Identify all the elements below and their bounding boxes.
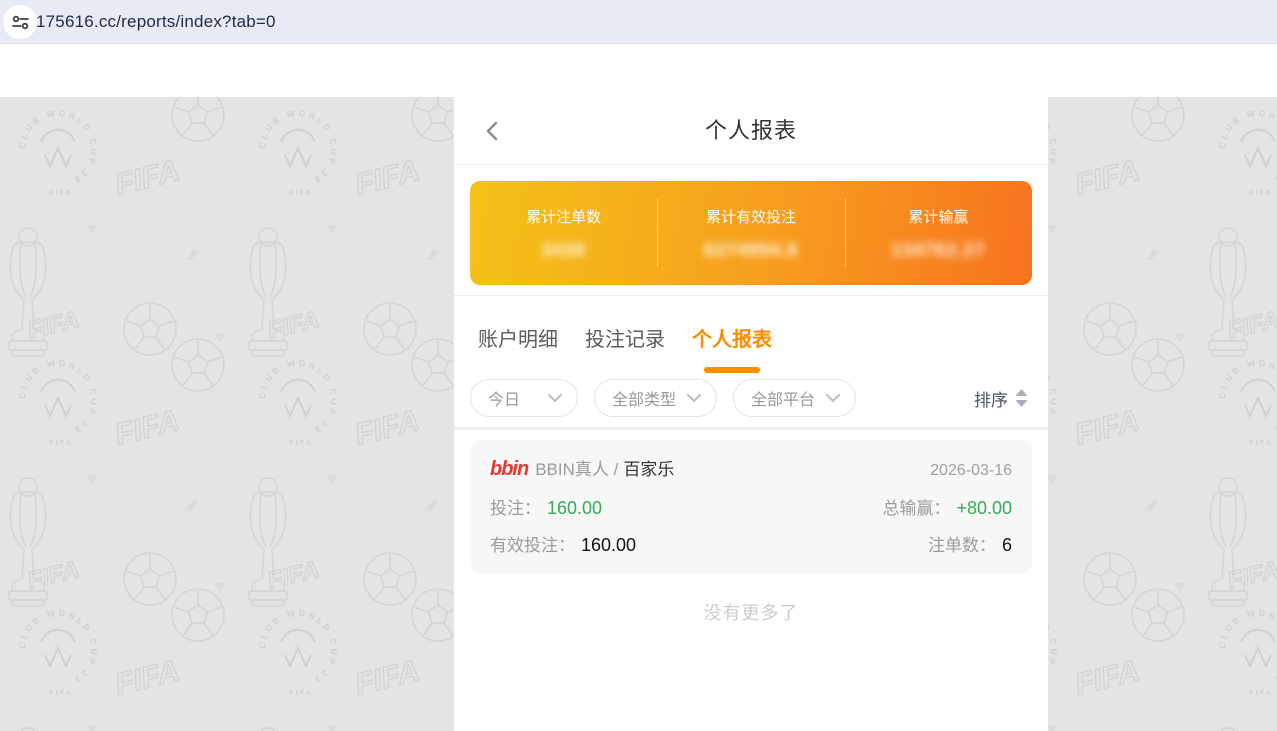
no-more-text: 没有更多了 xyxy=(703,603,799,623)
url-text[interactable]: 175616.cc/reports/index?tab=0 xyxy=(36,0,276,44)
record-date: 2026-03-16 xyxy=(930,462,1012,479)
stat-value-masked: 134762.27 xyxy=(891,239,986,260)
app-panel: 个人报表 累计注单数 3438 累计有效投注 6274894.8 累计输赢 13… xyxy=(454,97,1048,731)
stat-label: 累计输赢 xyxy=(908,208,969,226)
sort-label: 排序 xyxy=(974,390,1008,410)
stat-valid-bets: 累计有效投注 6274894.8 xyxy=(657,181,844,285)
record-bottom-row: 有效投注： 160.00 注单数： 6 xyxy=(490,531,1012,556)
stat-total-bets: 累计注单数 3438 xyxy=(470,181,657,285)
chevron-down-icon xyxy=(548,393,562,402)
stat-value-masked: 6274894.8 xyxy=(703,239,799,260)
bet-label: 投注： xyxy=(490,498,541,518)
provider-name: BBIN真人 / xyxy=(535,460,619,479)
browser-address-bar[interactable]: 175616.cc/reports/index?tab=0 xyxy=(0,0,1277,44)
stat-label: 累计注单数 xyxy=(526,208,602,226)
sort-control[interactable]: 排序 xyxy=(974,379,1028,417)
valid-bet-value: 160.00 xyxy=(581,535,637,555)
filter-label: 今日 xyxy=(488,392,521,409)
app-header: 个人报表 xyxy=(454,97,1048,165)
filter-label: 全部平台 xyxy=(751,392,816,409)
game-name: 百家乐 xyxy=(623,460,675,479)
bet-count-value: 6 xyxy=(1001,535,1012,555)
tune-sliders-icon xyxy=(11,15,29,29)
filter-platform-dropdown[interactable]: 全部平台 xyxy=(733,379,856,417)
screen: CLUB WORLD CUP 23 FIFA FIFA xyxy=(0,0,1277,731)
report-list-item[interactable]: bbin BBIN真人 / 百家乐 2026-03-16 投注： 160.00 … xyxy=(470,440,1032,573)
filter-section-shadow xyxy=(454,427,1048,431)
page-title: 个人报表 xyxy=(704,118,797,143)
summary-stats-card: 累计注单数 3438 累计有效投注 6274894.8 累计输赢 134762.… xyxy=(470,181,1032,285)
filter-label: 全部类型 xyxy=(612,392,677,409)
stat-win-loss: 累计输赢 134762.27 xyxy=(844,181,1032,285)
site-settings-button[interactable] xyxy=(3,5,37,39)
page-top-spacer xyxy=(0,44,1277,97)
valid-bet-label: 有效投注： xyxy=(490,536,575,555)
bet-count-label: 注单数： xyxy=(927,536,996,555)
filter-date-dropdown[interactable]: 今日 xyxy=(470,379,578,417)
tab-account-details[interactable]: 账户明细 xyxy=(478,323,558,356)
record-middle-row: 投注： 160.00 总输赢： +80.00 xyxy=(490,494,1012,519)
tab-personal-report[interactable]: 个人报表 xyxy=(692,323,772,373)
record-header-row: bbin BBIN真人 / 百家乐 2026-03-16 xyxy=(490,455,1012,481)
filter-bar: 今日 全部类型 全部平台 排序 xyxy=(470,379,1032,417)
filter-type-dropdown[interactable]: 全部类型 xyxy=(594,379,717,417)
chevron-down-icon xyxy=(826,393,840,402)
page-background: CLUB WORLD CUP 23 FIFA FIFA xyxy=(0,97,1277,731)
bbin-logo: bbin xyxy=(490,458,529,480)
stat-value-masked: 3438 xyxy=(541,239,586,260)
section-divider xyxy=(454,295,1048,296)
win-value: +80.00 xyxy=(956,497,1012,518)
tab-bar: 账户明细 投注记录 个人报表 xyxy=(478,309,772,373)
bet-value: 160.00 xyxy=(547,497,603,518)
stat-label: 累计有效投注 xyxy=(705,208,796,226)
sort-arrows-icon xyxy=(1015,389,1028,407)
tab-label: 个人报表 xyxy=(692,328,772,351)
tab-bet-records[interactable]: 投注记录 xyxy=(585,323,665,356)
win-label: 总输赢： xyxy=(882,498,951,518)
chevron-down-icon xyxy=(687,393,701,402)
active-tab-underline xyxy=(704,366,760,373)
